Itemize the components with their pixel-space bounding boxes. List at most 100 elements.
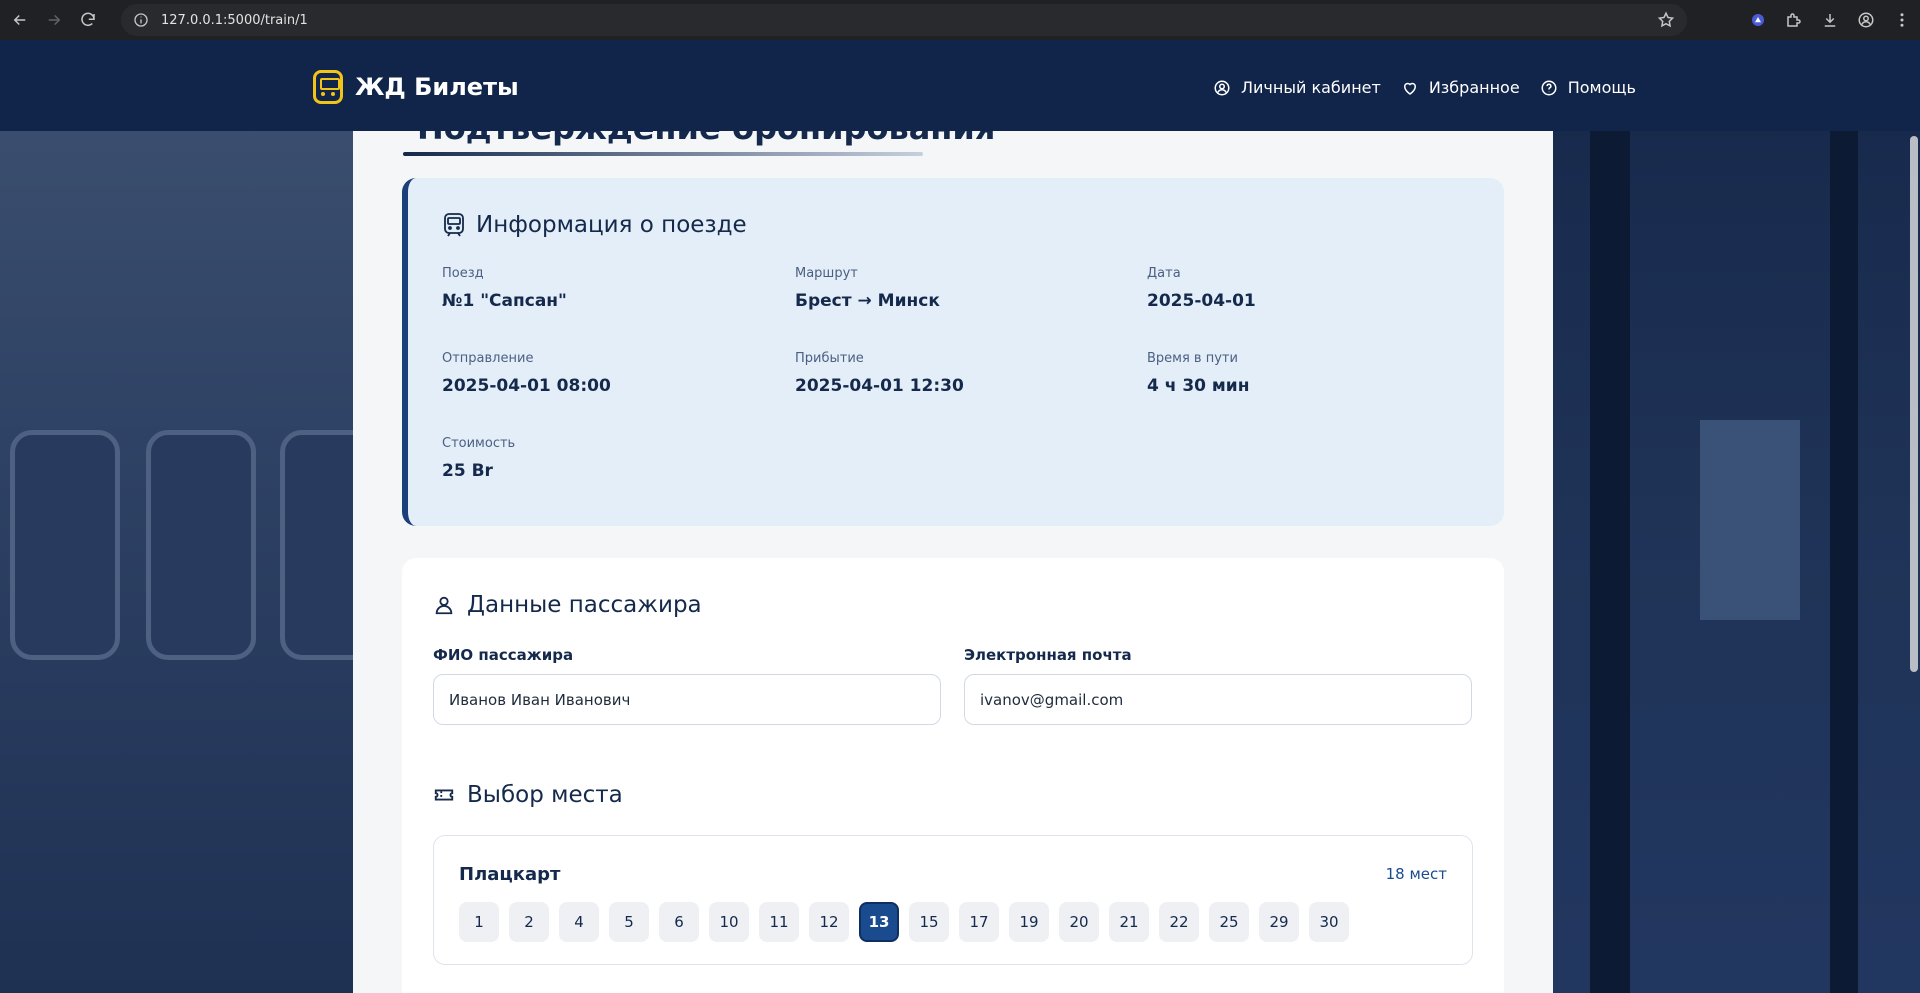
info-value: 2025-04-01 12:30 [795,376,964,396]
nav-help-label: Помощь [1567,78,1636,97]
info-value: 25 Br [442,461,493,481]
more-vertical-icon [1900,13,1904,27]
puzzle-icon [1787,13,1801,27]
seat-button[interactable]: 10 [709,902,749,942]
info-label: Маршрут [795,266,858,281]
info-route: Маршрут Брест → Минск [795,266,1135,311]
seat-button[interactable]: 20 [1059,902,1099,942]
heart-icon [1403,82,1416,95]
info-label: Дата [1147,266,1181,281]
info-departure: Отправление 2025-04-01 08:00 [442,351,782,396]
page-scrollbar[interactable] [1910,136,1918,672]
browser-actions [1740,0,1920,40]
seat-button[interactable]: 15 [909,902,949,942]
info-train: Поезд №1 "Сапсан" [442,266,782,311]
downloads-button[interactable] [1812,2,1848,38]
user-circle-icon [1214,80,1230,95]
seat-button[interactable]: 6 [659,902,699,942]
coach-seat-map: Плацкарт 18 мест 1 2 4 5 6 10 11 12 13 15 17 19 20 21… [433,835,1473,965]
seat-button[interactable]: 11 [759,902,799,942]
back-button[interactable] [6,6,34,34]
seat-button[interactable]: 2 [509,902,549,942]
brand-title: ЖД Билеты [355,73,519,101]
help-circle-icon [1541,80,1557,95]
ticket-icon [434,789,454,801]
page-title: Подтверждение бронирования [417,131,995,147]
seat-selection-heading: Выбор места [433,782,623,808]
info-price: Стоимость 25 Br [442,436,782,481]
extension-logo-icon [1752,14,1764,26]
address-bar[interactable]: 127.0.0.1:5000/train/1 [121,4,1687,36]
seat-button[interactable]: 19 [1009,902,1049,942]
passenger-title: Данные пассажира [467,592,702,618]
station-pillar [1590,40,1630,993]
train-icon [313,70,343,104]
train-info-title: Информация о поезде [476,212,747,238]
email-input[interactable] [964,674,1472,725]
info-label: Прибытие [795,351,864,366]
info-value: 4 ч 30 мин [1147,376,1250,396]
seat-selection-title: Выбор места [467,782,623,808]
seat-button[interactable]: 1 [459,902,499,942]
info-arrival: Прибытие 2025-04-01 12:30 [795,351,1135,396]
site-header: ЖД Билеты Личный кабинет Избранное Помощ… [0,40,1920,131]
extensions-button[interactable] [1776,2,1812,38]
user-icon [435,596,453,615]
seat-button[interactable]: 17 [959,902,999,942]
download-icon [1824,14,1836,27]
seat-button[interactable]: 12 [809,902,849,942]
train-window [146,430,256,660]
brand-logo[interactable]: ЖД Билеты [313,70,519,104]
arrow-right-icon [48,14,61,26]
nav-favorites-label: Избранное [1428,78,1520,97]
name-field-label: ФИО пассажира [433,646,574,664]
arrow-left-icon [13,14,26,26]
info-label: Стоимость [442,436,516,451]
seat-button[interactable]: 22 [1159,902,1199,942]
info-label: Отправление [442,351,534,366]
info-value: №1 "Сапсан" [442,291,567,311]
info-duration: Время в пути 4 ч 30 мин [1147,351,1487,396]
nav-account-link[interactable]: Личный кабинет [1213,78,1381,97]
title-underline [403,152,923,156]
url-text[interactable]: 127.0.0.1:5000/train/1 [161,13,308,28]
info-date: Дата 2025-04-01 [1147,266,1487,311]
info-value: Брест → Минск [795,291,940,311]
train-window [10,430,120,660]
seat-button[interactable]: 21 [1109,902,1149,942]
seat-button[interactable]: 5 [609,902,649,942]
seat-button[interactable]: 13 [859,902,899,942]
reload-button[interactable] [74,6,102,34]
seat-button[interactable]: 29 [1259,902,1299,942]
passenger-heading: Данные пассажира [433,592,702,618]
nav-help-link[interactable]: Помощь [1540,78,1636,97]
booking-panel: Подтверждение бронирования Информация о … [353,131,1553,993]
browser-toolbar: 127.0.0.1:5000/train/1 [0,0,1920,40]
passenger-card: Данные пассажира ФИО пассажира Электронн… [402,558,1504,993]
header-nav: Личный кабинет Избранное Помощь [1213,78,1636,97]
train-info-card: Информация о поезде Поезд №1 "Сапсан" Ма… [402,178,1504,526]
train-info-heading: Информация о поезде [442,212,747,238]
bookmark-star-icon[interactable] [1657,11,1675,29]
nav-favorites-link[interactable]: Избранное [1401,78,1520,97]
extension-button[interactable] [1740,2,1776,38]
train-icon [444,213,464,237]
menu-button[interactable] [1884,2,1920,38]
seat-list: 1 2 4 5 6 10 11 12 13 15 17 19 20 21 22 25 29 30 [459,902,1349,942]
info-label: Время в пути [1147,351,1238,366]
info-value: 2025-04-01 [1147,291,1256,311]
seat-count: 18 мест [1385,865,1447,883]
seat-button[interactable]: 25 [1209,902,1249,942]
station-window [1700,420,1800,620]
seat-button[interactable]: 30 [1309,902,1349,942]
profile-icon [1858,12,1874,28]
station-pillar [1830,40,1858,993]
nav-account-label: Личный кабинет [1241,78,1381,97]
passenger-name-input[interactable] [433,674,941,725]
seat-button[interactable]: 4 [559,902,599,942]
coach-type: Плацкарт [459,864,561,885]
site-info-icon[interactable] [133,12,149,28]
reload-icon [81,12,95,27]
profile-button[interactable] [1848,2,1884,38]
forward-button[interactable] [40,6,68,34]
